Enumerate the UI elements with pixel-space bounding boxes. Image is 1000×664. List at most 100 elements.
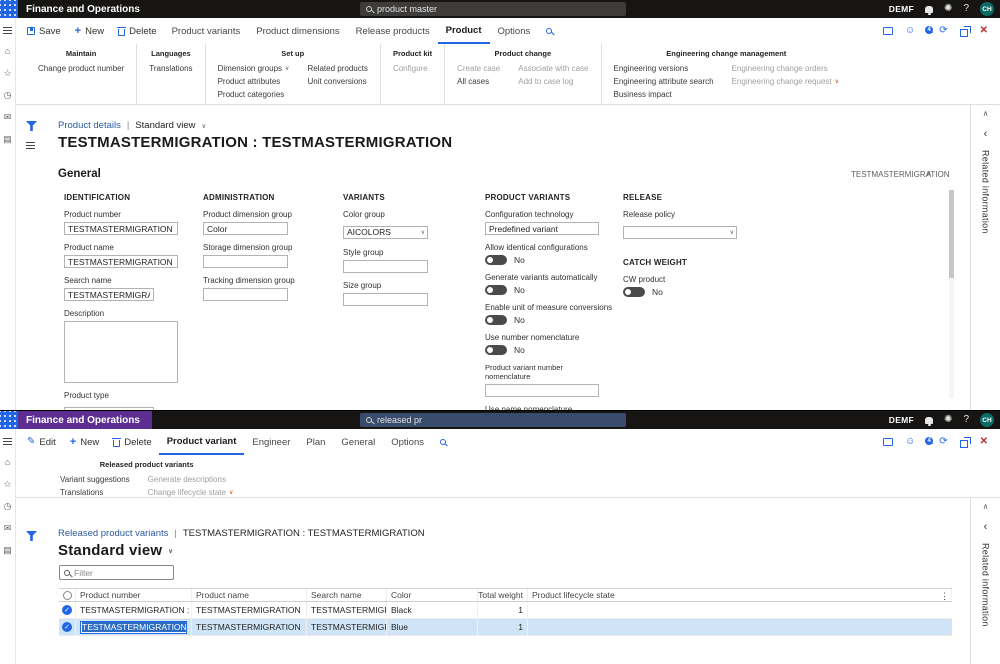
ribbon-item-translations[interactable]: Translations [60, 488, 130, 497]
ribbon-item-generate-descriptions[interactable]: Generate descriptions [148, 475, 234, 484]
scroll-up-icon[interactable]: ∧ [983, 502, 989, 511]
product-variant-number-nomenclature-input[interactable] [485, 384, 599, 397]
storage-dimension-group-input[interactable] [203, 255, 288, 268]
use-number-nomenclature-toggle[interactable] [485, 345, 507, 355]
color-group-combo[interactable]: ∨ [343, 225, 428, 239]
settings-gear-icon[interactable]: ✺ [944, 4, 952, 14]
settings-gear-icon[interactable]: ✺ [944, 415, 952, 425]
global-search-input[interactable]: released pr [360, 413, 626, 427]
save-button[interactable]: Save [20, 26, 68, 37]
generate-variants-automatically-toggle[interactable] [485, 285, 507, 295]
attach-preview-icon[interactable] [883, 438, 893, 446]
related-information-label[interactable]: Related information [981, 543, 991, 627]
enable-uom-conversions-toggle[interactable] [485, 315, 507, 325]
tab-options[interactable]: Options [490, 18, 539, 44]
related-information-label[interactable]: Related information [981, 150, 991, 234]
tab-plan[interactable]: Plan [298, 429, 333, 455]
tab-product-variants[interactable]: Product variants [164, 18, 249, 44]
grid-filter-box[interactable] [59, 565, 174, 580]
refresh-icon[interactable]: ⟳ [939, 26, 947, 36]
scroll-up-icon[interactable]: ∧ [983, 109, 989, 118]
product-number-edit-input[interactable]: TESTMASTERMIGRATION - : - Blu [80, 620, 187, 634]
row-select-cell[interactable]: ✓ [59, 602, 76, 618]
table-row[interactable]: ✓ TESTMASTERMIGRATION : : : Bl... TESTMA… [59, 602, 952, 619]
avatar[interactable]: CH [980, 413, 994, 427]
view-selector[interactable]: Standard view [135, 120, 195, 131]
section-collapse-icon[interactable]: ∧ [926, 169, 932, 178]
ribbon-item-dimension-groups[interactable]: Dimension groups ∨ [218, 64, 290, 73]
edit-button[interactable]: ✎ Edit [20, 437, 63, 448]
favorites-star-icon[interactable]: ☆ [3, 480, 11, 489]
global-search-input[interactable]: product master [360, 2, 626, 16]
notifications-bell-icon[interactable] [925, 416, 934, 426]
cell-product-lifecycle-state[interactable] [528, 602, 952, 618]
delete-button[interactable]: Delete [106, 437, 158, 448]
col-product-number[interactable]: Product number [76, 589, 192, 601]
new-button[interactable]: + New [68, 25, 111, 37]
app-launcher-icon[interactable] [0, 411, 18, 429]
select-all-cell[interactable] [59, 589, 76, 601]
cell-product-number-editing[interactable]: TESTMASTERMIGRATION - : - Blu [76, 619, 192, 635]
ribbon-item-configure[interactable]: Configure [393, 64, 428, 73]
ribbon-item-product-attributes[interactable]: Product attributes [218, 77, 290, 86]
ribbon-item-add-to-case-log[interactable]: Add to case log [518, 77, 588, 86]
app-title[interactable]: Finance and Operations [26, 415, 140, 426]
ribbon-item-translations[interactable]: Translations [149, 64, 192, 73]
cell-total-weight[interactable]: 1 [478, 602, 528, 618]
feedback-smiley-icon[interactable]: ☺ [905, 437, 915, 447]
home-icon[interactable]: ⌂ [5, 47, 10, 56]
expand-panel-chevron-icon[interactable]: ‹ [984, 128, 988, 140]
configuration-technology-input[interactable] [485, 222, 599, 235]
filter-funnel-icon[interactable] [26, 531, 37, 541]
ribbon-item-related-products[interactable]: Related products [307, 64, 367, 73]
row-select-cell[interactable]: ✓ [59, 619, 76, 635]
tab-product[interactable]: Product [437, 18, 490, 44]
content-scrollbar[interactable] [949, 190, 954, 398]
help-icon[interactable]: ? [963, 4, 969, 14]
ribbon-item-change-product-number[interactable]: Change product number [38, 64, 124, 73]
cell-product-name[interactable]: TESTMASTERMIGRATION [192, 602, 307, 618]
tab-general[interactable]: General [333, 429, 383, 455]
tab-product-variant[interactable]: Product variant [158, 429, 245, 455]
ribbon-item-engineering-attribute-search[interactable]: Engineering attribute search [614, 77, 714, 86]
description-textarea[interactable] [64, 321, 178, 383]
actionpane-search-icon[interactable] [546, 28, 553, 34]
ribbon-item-create-case[interactable]: Create case [457, 64, 500, 73]
product-name-input[interactable] [64, 255, 178, 268]
cell-color[interactable]: Blue [387, 619, 478, 635]
ribbon-item-all-cases[interactable]: All cases [457, 77, 500, 86]
tab-engineer[interactable]: Engineer [244, 429, 298, 455]
grid-filter-input[interactable] [74, 567, 164, 578]
home-icon[interactable]: ⌂ [5, 458, 10, 467]
tracking-dimension-group-input[interactable] [203, 288, 288, 301]
ribbon-item-engineering-versions[interactable]: Engineering versions [614, 64, 714, 73]
modules-list-icon[interactable]: ▤ [3, 135, 12, 144]
open-in-new-window-icon[interactable] [959, 436, 971, 448]
avatar[interactable]: CH [980, 2, 994, 16]
ribbon-item-unit-conversions[interactable]: Unit conversions [307, 77, 367, 86]
favorites-star-icon[interactable]: ☆ [3, 69, 11, 78]
messages-icon[interactable]: ✉ [4, 113, 12, 122]
cell-total-weight[interactable]: 1 [478, 619, 528, 635]
cell-search-name[interactable]: TESTMASTERMIGRATI... [307, 602, 387, 618]
ribbon-item-variant-suggestions[interactable]: Variant suggestions [60, 475, 130, 484]
attach-preview-icon[interactable] [883, 27, 893, 35]
help-icon[interactable]: ? [963, 415, 969, 425]
product-dimension-group-input[interactable] [203, 222, 288, 235]
cell-color[interactable]: Black [387, 602, 478, 618]
product-number-input[interactable] [64, 222, 178, 235]
ribbon-item-engineering-change-orders[interactable]: Engineering change orders [732, 64, 839, 73]
filter-funnel-icon[interactable] [26, 121, 37, 131]
tab-product-dimensions[interactable]: Product dimensions [248, 18, 347, 44]
ribbon-item-engineering-change-request[interactable]: Engineering change request ∨ [732, 77, 839, 86]
cell-product-number[interactable]: TESTMASTERMIGRATION : : : Bl... [76, 602, 192, 618]
cell-product-name[interactable]: TESTMASTERMIGRATION [192, 619, 307, 635]
col-product-name[interactable]: Product name [192, 589, 307, 601]
col-total-weight[interactable]: Total weight [478, 589, 528, 601]
table-row-selected[interactable]: ✓ TESTMASTERMIGRATION - : - Blu TESTMAST… [59, 619, 952, 636]
ribbon-item-business-impact[interactable]: Business impact [614, 90, 714, 99]
cw-product-toggle[interactable] [623, 287, 645, 297]
tab-release-products[interactable]: Release products [348, 18, 438, 44]
recent-clock-icon[interactable]: ◷ [4, 502, 12, 511]
modules-list-icon[interactable]: ▤ [3, 546, 12, 555]
